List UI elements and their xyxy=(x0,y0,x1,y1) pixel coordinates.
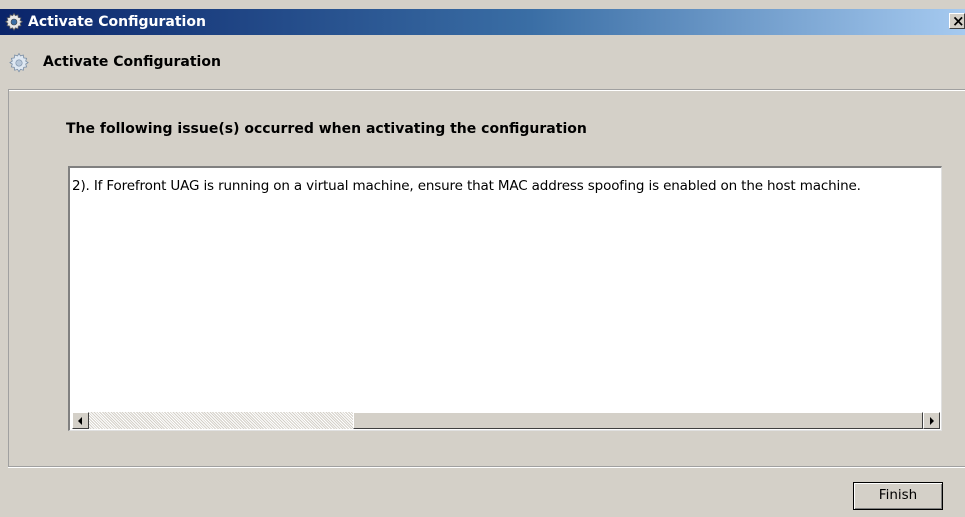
scroll-right-button[interactable] xyxy=(923,412,940,429)
page-title: Activate Configuration xyxy=(43,54,221,70)
content-left-border xyxy=(8,89,9,467)
header-divider xyxy=(8,89,965,91)
wizard-header: Activate Configuration xyxy=(0,35,965,89)
scroll-left-button[interactable] xyxy=(72,412,89,429)
finish-button[interactable]: Finish xyxy=(853,482,943,510)
scrollbar-thumb[interactable] xyxy=(353,412,923,429)
issue-message: 2). If Forefront UAG is running on a vir… xyxy=(72,178,861,194)
arrow-left-icon xyxy=(78,417,82,425)
issues-textbox[interactable]: 2). If Forefront UAG is running on a vir… xyxy=(68,166,942,431)
title-bar[interactable]: Activate Configuration × xyxy=(0,9,965,35)
gear-icon xyxy=(9,52,29,73)
footer-divider xyxy=(8,466,965,468)
arrow-right-icon xyxy=(930,417,934,425)
close-icon: × xyxy=(952,12,965,30)
close-button[interactable]: × xyxy=(949,12,965,30)
horizontal-scrollbar[interactable] xyxy=(72,412,940,429)
window-title: Activate Configuration xyxy=(28,14,206,30)
issues-heading: The following issue(s) occurred when act… xyxy=(66,121,587,137)
gear-icon xyxy=(4,12,24,31)
dialog-window: Activate Configuration × Activate Config… xyxy=(0,0,965,517)
